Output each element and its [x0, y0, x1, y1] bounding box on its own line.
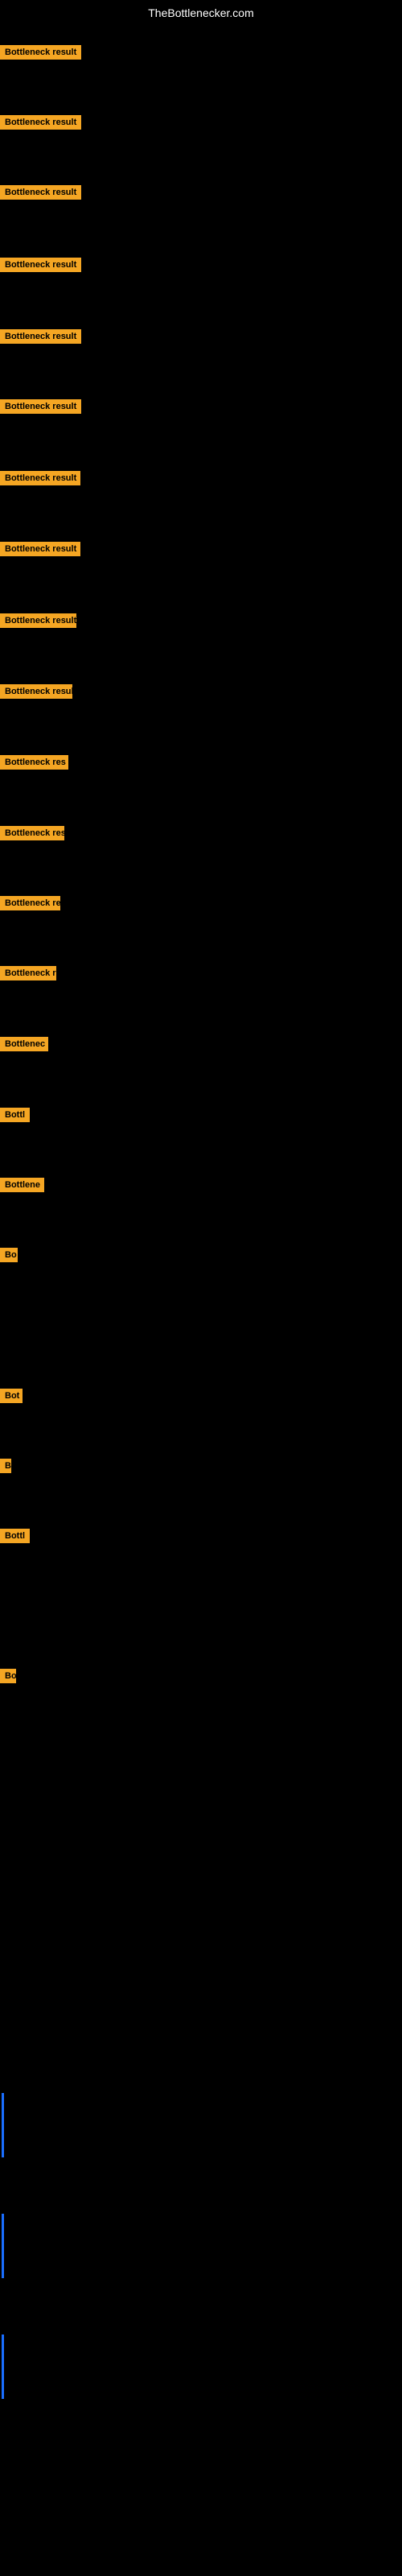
- bottleneck-result-badge[interactable]: Bottleneck result: [0, 399, 81, 414]
- bottleneck-result-badge[interactable]: Bottlene: [0, 1178, 44, 1192]
- bottleneck-result-badge[interactable]: Bottleneck result: [0, 684, 72, 699]
- vertical-line: [2, 2334, 4, 2399]
- bottleneck-result-badge[interactable]: Bottleneck result: [0, 45, 81, 60]
- bottleneck-result-badge[interactable]: Bottleneck res: [0, 896, 60, 910]
- bottleneck-result-badge[interactable]: Bo: [0, 1248, 18, 1262]
- bottleneck-result-badge[interactable]: B: [0, 1459, 11, 1473]
- vertical-line: [2, 2214, 4, 2278]
- bottleneck-result-badge[interactable]: Bot: [0, 1389, 23, 1403]
- bottleneck-result-badge[interactable]: Bottleneck result: [0, 329, 81, 344]
- bottleneck-result-badge[interactable]: Bottleneck result: [0, 471, 80, 485]
- bottleneck-result-badge[interactable]: Bottleneck result: [0, 115, 81, 130]
- bottleneck-result-badge[interactable]: Bottleneck re: [0, 966, 56, 980]
- bottleneck-result-badge[interactable]: Bo: [0, 1669, 16, 1683]
- vertical-line: [2, 2093, 4, 2157]
- bottleneck-result-badge[interactable]: Bottleneck result: [0, 258, 81, 272]
- bottleneck-result-badge[interactable]: Bottleneck result: [0, 613, 76, 628]
- bottleneck-result-badge[interactable]: Bottlenec: [0, 1037, 48, 1051]
- site-title: TheBottlenecker.com: [148, 6, 254, 19]
- bottleneck-result-badge[interactable]: Bottl: [0, 1108, 30, 1122]
- bottleneck-result-badge[interactable]: Bottl: [0, 1529, 30, 1543]
- bottleneck-result-badge[interactable]: Bottleneck result: [0, 542, 80, 556]
- bottleneck-result-badge[interactable]: Bottleneck res: [0, 755, 68, 770]
- bottleneck-result-badge[interactable]: Bottleneck res: [0, 826, 64, 840]
- bottleneck-result-badge[interactable]: Bottleneck result: [0, 185, 81, 200]
